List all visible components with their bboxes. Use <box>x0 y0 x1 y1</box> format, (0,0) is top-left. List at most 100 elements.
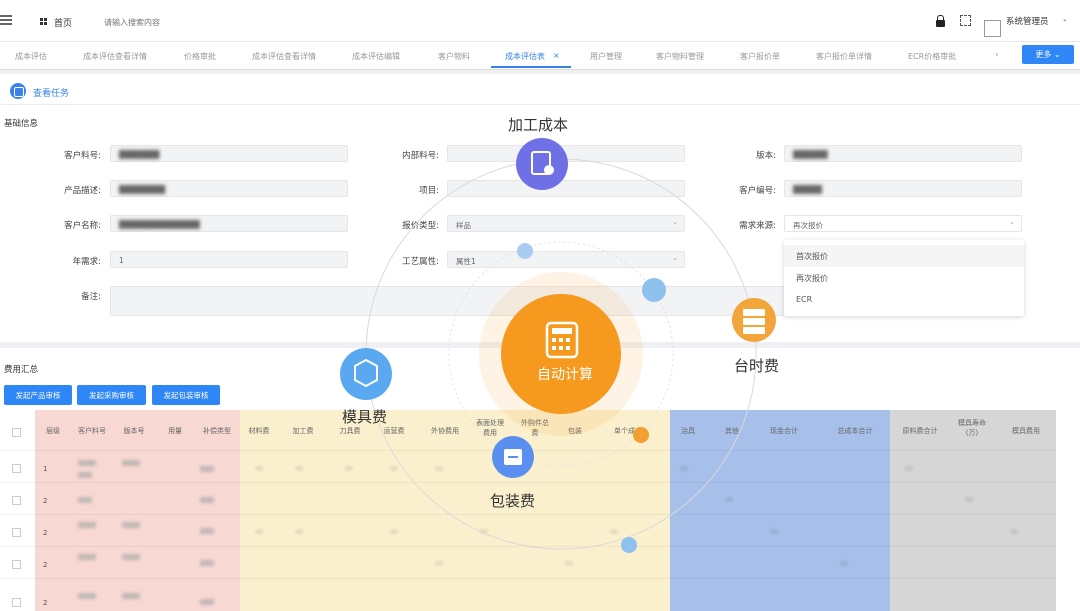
col-header: 补偿类型 <box>203 427 231 435</box>
product-desc-input[interactable]: ████████ <box>110 180 348 197</box>
chevron-right-icon[interactable]: › <box>995 50 999 60</box>
annual-demand-label: 年需求: <box>72 257 101 267</box>
tab-cost-eval[interactable]: 成本评估 <box>15 51 47 62</box>
chevron-down-icon[interactable]: ⌄ <box>1062 15 1068 23</box>
processing-cost-label: 加工成本 <box>508 116 569 134</box>
annual-demand-input[interactable]: 1 <box>110 251 348 268</box>
blurred-cell <box>610 529 618 534</box>
col-header: 外购件总 费 <box>521 419 549 437</box>
demand-src-value: 再次报价 <box>793 221 823 230</box>
cust-name-input[interactable]: ██████████████ <box>110 215 348 232</box>
version-label: 版本: <box>756 151 776 161</box>
demand-src-dropdown: 首次报价 再次报价 ECR <box>784 240 1024 316</box>
row-level: 2 <box>43 497 48 505</box>
product-desc-value: ████████ <box>119 185 166 194</box>
home-grid-icon[interactable] <box>40 18 47 25</box>
avatar[interactable] <box>984 20 1001 37</box>
row-divider <box>0 578 1056 579</box>
row-checkbox[interactable] <box>12 496 21 505</box>
col-header: 原料费合计 <box>902 427 938 435</box>
tab-cost-eval-table[interactable]: 成本评估表 <box>505 51 545 62</box>
tab-ecr-approval[interactable]: ECR价格审批 <box>908 51 956 62</box>
col-header: 客户料号 <box>78 427 106 435</box>
cust-code-label: 客户编号: <box>739 186 776 196</box>
cust-name-label: 客户名称: <box>64 221 101 231</box>
cust-material-label: 客户料号: <box>64 151 101 161</box>
chevron-down-icon: ⌄ <box>1009 218 1015 226</box>
blurred-cell <box>905 466 913 471</box>
tab-close-icon[interactable]: × <box>553 51 560 60</box>
task-icon[interactable] <box>10 83 26 99</box>
cust-material-input[interactable]: ███████ <box>110 145 348 162</box>
cust-name-value: ██████████████ <box>119 220 200 229</box>
tab-customer-material[interactable]: 客户物料 <box>438 51 470 62</box>
tab-customer-quote-detail[interactable]: 客户报价单详情 <box>816 51 872 62</box>
fullscreen-icon[interactable] <box>960 15 971 26</box>
blurred-cell <box>295 529 303 534</box>
row-checkbox[interactable] <box>12 528 21 537</box>
craft-select[interactable]: 属性1 ⌄ <box>447 251 685 268</box>
search-input[interactable] <box>104 13 304 31</box>
menu-icon[interactable] <box>0 15 12 25</box>
annual-demand-value: 1 <box>119 256 124 265</box>
blurred-cell <box>122 460 140 466</box>
blurred-cell <box>78 593 96 599</box>
select-all-checkbox[interactable] <box>12 428 21 437</box>
active-tab-indicator <box>491 66 571 68</box>
lock-icon[interactable] <box>936 15 945 27</box>
user-name[interactable]: 系统管理员 <box>1006 15 1049 27</box>
tab-cost-eval-edit[interactable]: 成本评估编辑 <box>352 51 400 62</box>
blurred-cell <box>122 522 140 528</box>
cust-code-input[interactable]: █████ <box>784 180 1022 197</box>
row-checkbox[interactable] <box>12 464 21 473</box>
quote-type-select[interactable]: 样品 ⌄ <box>447 215 685 232</box>
craft-value: 属性1 <box>456 257 476 266</box>
row-level: 2 <box>43 561 48 569</box>
blurred-cell <box>200 560 214 566</box>
blurred-cell <box>965 497 973 502</box>
row-divider <box>0 482 1056 483</box>
purchase-review-button[interactable]: 发起采购审核 <box>77 385 146 405</box>
inner-material-label: 内部料号: <box>402 151 439 161</box>
blurred-cell <box>295 466 303 471</box>
blurred-cell <box>122 554 140 560</box>
product-review-button[interactable]: 发起产品审核 <box>4 385 72 405</box>
row-divider <box>0 514 1056 515</box>
row-level: 2 <box>43 529 48 537</box>
craft-label: 工艺属性: <box>402 257 439 267</box>
project-input[interactable] <box>447 180 685 197</box>
row-level: 2 <box>43 599 48 607</box>
col-header: 总成本合计 <box>837 427 873 435</box>
blurred-cell <box>770 529 778 534</box>
option-ecr[interactable]: ECR <box>784 289 1024 311</box>
remark-textarea[interactable] <box>110 286 785 316</box>
col-band-yellow <box>240 410 670 611</box>
blurred-cell <box>78 497 92 503</box>
blurred-cell <box>345 466 353 471</box>
blurred-cell <box>435 561 443 566</box>
packaging-review-button[interactable]: 发起包装审核 <box>152 385 220 405</box>
tab-user-management[interactable]: 用户管理 <box>590 51 622 62</box>
row-checkbox[interactable] <box>12 560 21 569</box>
tab-price-approval[interactable]: 价格审批 <box>184 51 216 62</box>
more-button[interactable]: 更多 ⌄ <box>1022 45 1074 64</box>
option-requote[interactable]: 再次报价 <box>784 267 1024 289</box>
tab-cost-eval-detail-2[interactable]: 成本评估查看详情 <box>252 51 316 62</box>
home-link[interactable]: 首页 <box>54 16 72 29</box>
blurred-cell <box>480 529 488 534</box>
blurred-cell <box>725 497 733 502</box>
version-input[interactable]: ██████ <box>784 145 1022 162</box>
col-band-pink <box>35 410 240 611</box>
cust-code-value: █████ <box>793 185 822 194</box>
tab-cost-eval-detail[interactable]: 成本评估查看详情 <box>83 51 147 62</box>
tab-customer-material-mgmt[interactable]: 客户物料管理 <box>656 51 704 62</box>
row-level: 1 <box>43 465 48 473</box>
row-checkbox[interactable] <box>12 598 21 607</box>
option-first-quote[interactable]: 首次报价 <box>784 245 1024 267</box>
remark-label: 备注: <box>81 292 101 302</box>
view-task-link[interactable]: 查看任务 <box>33 86 69 99</box>
blurred-cell <box>78 554 96 560</box>
inner-material-input[interactable] <box>447 145 685 162</box>
demand-src-select[interactable]: 再次报价 ⌄ <box>784 215 1022 232</box>
tab-customer-quote[interactable]: 客户报价单 <box>740 51 780 62</box>
